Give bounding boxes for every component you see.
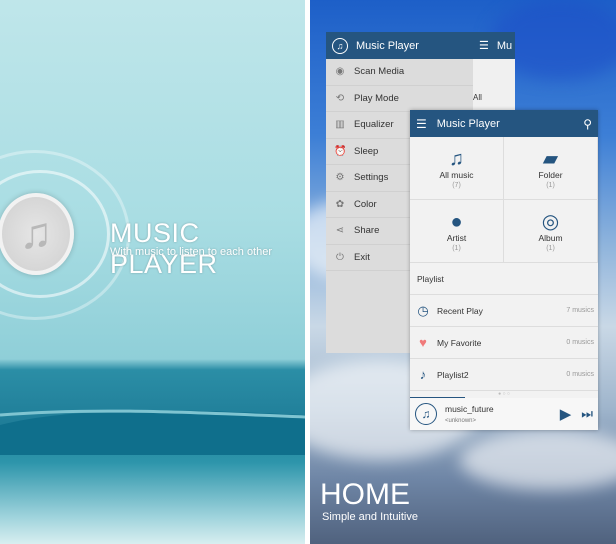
playlist-label: Recent Play xyxy=(437,305,483,316)
power-icon: ⏻ xyxy=(336,251,344,263)
gear-icon: ⚙ xyxy=(335,172,345,184)
clock-icon: ◷ xyxy=(417,302,429,318)
menu-icon[interactable]: ☰ xyxy=(416,117,427,131)
music-note-icon: ♫ xyxy=(449,147,464,170)
playback-progress[interactable] xyxy=(410,396,465,398)
all-label: All xyxy=(473,93,482,102)
splash-subtitle: With music to listen to each other xyxy=(110,246,273,258)
category-label: Album xyxy=(538,232,563,243)
album-disc-icon: ◎ xyxy=(541,210,560,233)
category-count: (1) xyxy=(546,244,555,252)
item-label: Equalizer xyxy=(354,119,394,131)
app-logo-icon: ♫ xyxy=(332,37,348,54)
equalizer-icon: ▥ xyxy=(335,119,345,131)
playlist-count: 0 musics xyxy=(566,371,594,378)
item-label: Share xyxy=(354,225,380,237)
playlist-icon: ♪ xyxy=(419,367,427,382)
category-all-music[interactable]: ♫ All music (7) xyxy=(410,137,504,200)
category-count: (1) xyxy=(546,181,555,189)
background-screen: ☰ Mu All xyxy=(473,32,515,112)
playlist-my-favorite[interactable]: ♥ My Favorite 0 musics xyxy=(410,327,598,359)
drawer-item-play-mode[interactable]: ⟲ Play Mode xyxy=(326,86,473,112)
disc-icon: ◉ xyxy=(335,66,345,78)
playlist-recent-play[interactable]: ◷ Recent Play 7 musics xyxy=(410,295,598,327)
folder-icon: ▰ xyxy=(542,147,559,170)
track-artist: <unknown> xyxy=(445,418,477,424)
music-note-icon: ♫ xyxy=(0,193,74,275)
item-label: Settings xyxy=(354,172,389,184)
item-label: Exit xyxy=(354,251,370,263)
playlist-playlist2[interactable]: ♪ Playlist2 0 musics xyxy=(410,359,598,391)
category-count: (1) xyxy=(452,244,461,252)
main-screen: ☰ Music Player ⚲ ♫ All music (7) ▰ Folder (1) … xyxy=(410,110,598,430)
heart-icon: ♥ xyxy=(419,335,427,350)
palette-icon: ✿ xyxy=(335,198,345,210)
category-artist[interactable]: ● Artist (1) xyxy=(410,200,504,263)
track-title: music_future xyxy=(445,404,494,414)
item-label: Sleep xyxy=(354,145,379,157)
search-icon[interactable]: ⚲ xyxy=(583,117,592,131)
music-note-icon: ♫ xyxy=(415,403,437,425)
home-screenshot: HOME Simple and Intuitive ☰ Mu All ♫ Music… xyxy=(310,0,616,544)
drawer-item-scan-media[interactable]: ◉ Scan Media xyxy=(326,59,473,86)
screen-title: Music Player xyxy=(436,117,500,130)
category-label: Artist xyxy=(446,232,467,243)
alarm-icon: ⏰ xyxy=(334,145,347,157)
screen-title: Mu xyxy=(496,39,513,52)
home-subtitle: Simple and Intuitive xyxy=(322,511,418,523)
home-title: HOME xyxy=(320,478,410,511)
menu-icon: ☰ xyxy=(479,40,489,52)
item-label: Color xyxy=(354,198,377,210)
category-label: All music xyxy=(439,169,474,180)
item-label: Play Mode xyxy=(354,92,399,104)
next-icon[interactable]: ⏭ xyxy=(581,406,593,422)
splash-screen: ♫ MUSIC PLAYER With music to listen to e… xyxy=(0,0,305,544)
playlist-label: My Favorite xyxy=(437,337,482,348)
category-count: (7) xyxy=(452,181,461,189)
person-icon: ● xyxy=(450,210,463,233)
share-icon: ⋖ xyxy=(335,225,345,237)
category-label: Folder xyxy=(538,169,563,180)
playlist-header: Playlist xyxy=(410,263,598,295)
page-indicator: ● ○ ○ xyxy=(410,391,598,398)
item-label: Scan Media xyxy=(354,66,405,78)
wave-decoration xyxy=(0,409,305,455)
repeat-icon: ⟲ xyxy=(335,92,345,104)
play-icon[interactable]: ▶ xyxy=(560,405,572,423)
category-album[interactable]: ◎ Album (1) xyxy=(504,200,598,263)
drawer-title: Music Player xyxy=(356,39,419,52)
playlist-label: Playlist2 xyxy=(437,369,469,380)
playlist-count: 7 musics xyxy=(566,307,594,314)
playlist-count: 0 musics xyxy=(566,339,594,346)
category-folder[interactable]: ▰ Folder (1) xyxy=(504,137,598,200)
mini-player[interactable]: ♫ music_future <unknown> ▶ ⏭ xyxy=(410,398,598,430)
